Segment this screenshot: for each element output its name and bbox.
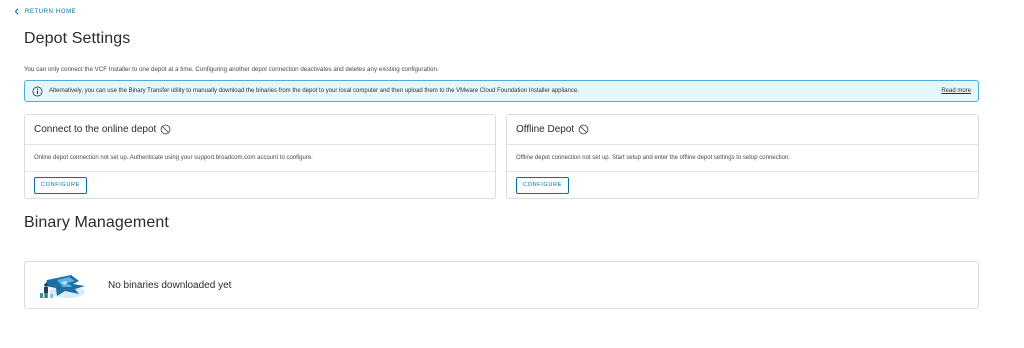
empty-state-illustration bbox=[40, 275, 85, 298]
page-title: Depot Settings bbox=[24, 30, 131, 47]
chevron-left-icon bbox=[14, 8, 19, 15]
online-depot-description: Online depot connection not set up. Auth… bbox=[25, 145, 495, 172]
online-depot-card: Connect to the online depot Online depot… bbox=[24, 114, 496, 199]
binary-management-card: No binaries downloaded yet bbox=[24, 261, 979, 309]
online-depot-header: Connect to the online depot bbox=[25, 115, 495, 145]
return-home-link[interactable]: RETURN HOME bbox=[14, 8, 76, 15]
offline-depot-card: Offline Depot Offline depot connection n… bbox=[506, 114, 979, 199]
online-depot-title: Connect to the online depot bbox=[34, 124, 157, 135]
read-more-link[interactable]: Read more bbox=[941, 88, 971, 94]
depot-intro-text: You can only connect the VCF Installer t… bbox=[24, 66, 439, 73]
return-home-label: RETURN HOME bbox=[25, 8, 77, 15]
ban-icon bbox=[578, 124, 589, 135]
offline-depot-footer: CONFIGURE bbox=[507, 172, 978, 198]
info-alert: Alternatively, you can use the Binary Tr… bbox=[24, 80, 979, 102]
info-icon bbox=[32, 86, 43, 96]
offline-depot-description: Offline depot connection not set up. Sta… bbox=[507, 145, 978, 172]
empty-binaries-message: No binaries downloaded yet bbox=[108, 279, 232, 291]
offline-depot-header: Offline Depot bbox=[507, 115, 978, 145]
binary-management-title: Binary Management bbox=[24, 214, 169, 231]
offline-depot-title: Offline Depot bbox=[516, 124, 575, 135]
alert-text: Alternatively, you can use the Binary Tr… bbox=[49, 88, 579, 94]
online-depot-footer: CONFIGURE bbox=[25, 172, 495, 198]
ban-icon bbox=[160, 124, 171, 135]
offline-configure-button[interactable]: CONFIGURE bbox=[516, 176, 569, 194]
online-configure-button[interactable]: CONFIGURE bbox=[34, 176, 87, 194]
